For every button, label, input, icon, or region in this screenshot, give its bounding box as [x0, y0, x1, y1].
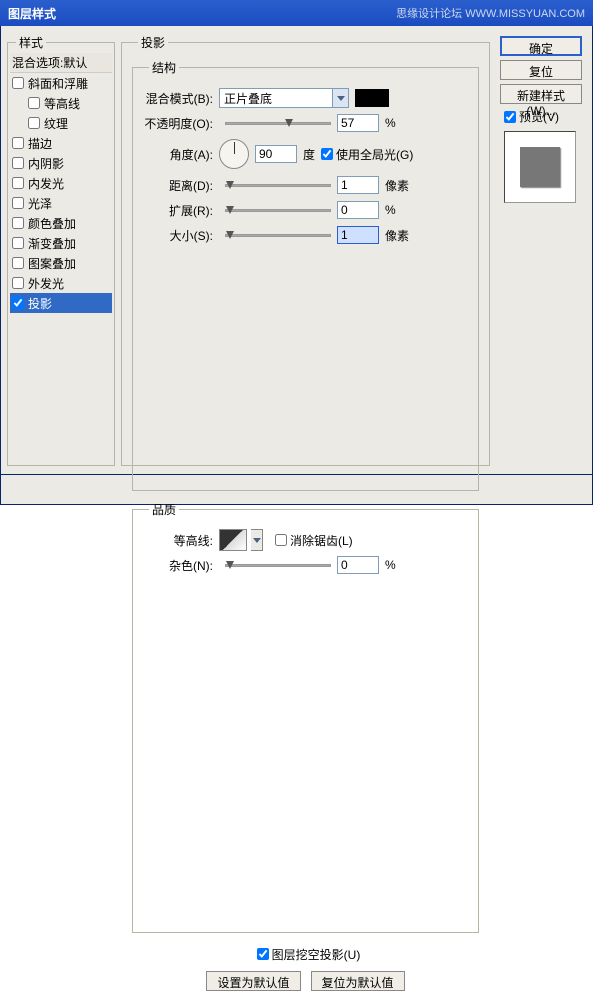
spread-label: 扩展(R): — [143, 202, 219, 219]
noise-unit: % — [385, 558, 396, 572]
reset-default-button[interactable]: 复位为默认值 — [311, 971, 405, 991]
noise-slider[interactable] — [225, 564, 331, 567]
style-check-3[interactable] — [12, 137, 24, 149]
style-label: 渐变叠加 — [28, 235, 76, 252]
style-check-0[interactable] — [12, 77, 24, 89]
contour-preview[interactable] — [219, 529, 247, 551]
distance-input[interactable] — [337, 176, 379, 194]
size-input[interactable] — [337, 226, 379, 244]
contour-label: 等高线: — [143, 532, 219, 549]
style-check-1[interactable] — [28, 97, 40, 109]
preview-swatch — [520, 147, 560, 187]
spread-input[interactable] — [337, 201, 379, 219]
quality-legend: 品质 — [149, 501, 179, 518]
distance-unit: 像素 — [385, 177, 409, 194]
global-light-checkbox[interactable]: 使用全局光(G) — [321, 146, 413, 163]
blend-mode-label: 混合模式(B): — [143, 90, 219, 107]
style-item-10[interactable]: 外发光 — [10, 273, 112, 293]
style-check-11[interactable] — [12, 297, 24, 309]
style-item-6[interactable]: 光泽 — [10, 193, 112, 213]
style-label: 描边 — [28, 135, 52, 152]
style-label: 投影 — [28, 295, 52, 312]
spread-slider[interactable] — [225, 209, 331, 212]
global-light-check[interactable] — [321, 148, 333, 160]
window-title: 图层样式 — [8, 5, 56, 22]
style-label: 颜色叠加 — [28, 215, 76, 232]
preview-checkbox[interactable]: 预览(V) — [504, 108, 584, 125]
action-panel: 确定 复位 新建样式(W)... 预览(V) — [496, 34, 586, 468]
angle-input[interactable] — [255, 145, 297, 163]
size-label: 大小(S): — [143, 227, 219, 244]
style-item-11[interactable]: 投影 — [10, 293, 112, 313]
styles-legend: 样式 — [16, 34, 46, 51]
antialias-check[interactable] — [275, 534, 287, 546]
contour-dropdown-icon[interactable] — [251, 529, 263, 551]
blend-mode-value: 正片叠底 — [220, 90, 332, 107]
style-check-6[interactable] — [12, 197, 24, 209]
antialias-checkbox[interactable]: 消除锯齿(L) — [275, 532, 353, 549]
style-check-5[interactable] — [12, 177, 24, 189]
settings-panel: 投影 结构 混合模式(B): 正片叠底 不透明度(O): % — [115, 34, 496, 468]
angle-label: 角度(A): — [143, 146, 219, 163]
settings-legend: 投影 — [138, 34, 168, 51]
blend-options-header[interactable]: 混合选项:默认 — [10, 53, 112, 73]
title-bar: 图层样式 思缘设计论坛 WWW.MISSYUAN.COM — [0, 0, 593, 26]
angle-dial[interactable] — [219, 139, 249, 169]
style-item-3[interactable]: 描边 — [10, 133, 112, 153]
style-label: 纹理 — [44, 115, 68, 132]
make-default-button[interactable]: 设置为默认值 — [206, 971, 300, 991]
knockout-check[interactable] — [257, 948, 269, 960]
noise-input[interactable] — [337, 556, 379, 574]
preview-check[interactable] — [504, 111, 516, 123]
angle-unit: 度 — [303, 146, 315, 163]
style-item-8[interactable]: 渐变叠加 — [10, 233, 112, 253]
reset-button[interactable]: 复位 — [500, 60, 582, 80]
style-check-10[interactable] — [12, 277, 24, 289]
chevron-down-icon[interactable] — [332, 89, 348, 107]
style-item-4[interactable]: 内阴影 — [10, 153, 112, 173]
style-check-8[interactable] — [12, 237, 24, 249]
opacity-input[interactable] — [337, 114, 379, 132]
ok-button[interactable]: 确定 — [500, 36, 582, 56]
opacity-label: 不透明度(O): — [143, 115, 219, 132]
style-label: 内阴影 — [28, 155, 64, 172]
new-style-button[interactable]: 新建样式(W)... — [500, 84, 582, 104]
style-label: 斜面和浮雕 — [28, 75, 88, 92]
style-item-7[interactable]: 颜色叠加 — [10, 213, 112, 233]
blend-mode-combo[interactable]: 正片叠底 — [219, 88, 349, 108]
size-unit: 像素 — [385, 227, 409, 244]
style-check-2[interactable] — [28, 117, 40, 129]
style-label: 图案叠加 — [28, 255, 76, 272]
style-label: 等高线 — [44, 95, 80, 112]
quality-group: 品质 等高线: 消除锯齿(L) 杂色(N): % — [132, 501, 479, 933]
style-item-5[interactable]: 内发光 — [10, 173, 112, 193]
style-item-2[interactable]: 纹理 — [10, 113, 112, 133]
style-check-4[interactable] — [12, 157, 24, 169]
styles-panel: 样式 混合选项:默认斜面和浮雕等高线纹理描边内阴影内发光光泽颜色叠加渐变叠加图案… — [7, 34, 115, 468]
structure-group: 结构 混合模式(B): 正片叠底 不透明度(O): % 角度(A — [132, 59, 479, 491]
structure-legend: 结构 — [149, 59, 179, 76]
noise-label: 杂色(N): — [143, 557, 219, 574]
style-check-9[interactable] — [12, 257, 24, 269]
style-check-7[interactable] — [12, 217, 24, 229]
style-item-0[interactable]: 斜面和浮雕 — [10, 73, 112, 93]
distance-slider[interactable] — [225, 184, 331, 187]
style-item-9[interactable]: 图案叠加 — [10, 253, 112, 273]
size-slider[interactable] — [225, 234, 331, 237]
style-label: 光泽 — [28, 195, 52, 212]
style-label: 内发光 — [28, 175, 64, 192]
knockout-checkbox[interactable]: 图层挖空投影(U) — [257, 946, 361, 963]
distance-label: 距离(D): — [143, 177, 219, 194]
opacity-slider[interactable] — [225, 122, 331, 125]
credit-text: 思缘设计论坛 WWW.MISSYUAN.COM — [396, 5, 585, 21]
style-item-1[interactable]: 等高线 — [10, 93, 112, 113]
preview-box — [504, 131, 576, 203]
style-label: 外发光 — [28, 275, 64, 292]
opacity-unit: % — [385, 116, 396, 130]
shadow-color-swatch[interactable] — [355, 89, 389, 107]
spread-unit: % — [385, 203, 396, 217]
